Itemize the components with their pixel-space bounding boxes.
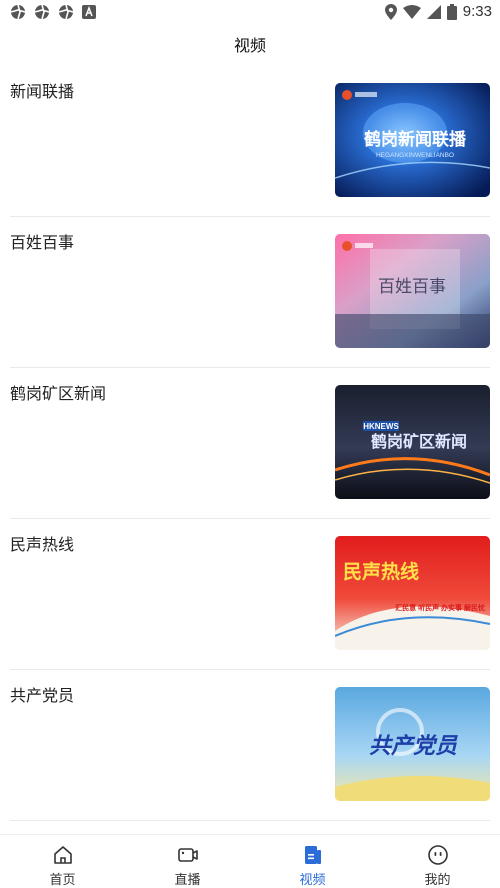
aperture-icon bbox=[10, 4, 26, 20]
video-thumbnail[interactable]: 共产党员 bbox=[335, 687, 490, 801]
video-thumbnail[interactable]: 百姓百事 bbox=[335, 234, 490, 348]
thumb-title-text: 鹤岗新闻联播 bbox=[364, 129, 467, 149]
a-badge-icon bbox=[82, 5, 96, 19]
video-item-title: 新闻联播 bbox=[10, 82, 75, 101]
video-list-icon bbox=[304, 846, 321, 864]
video-item-hotline[interactable]: 民声热线 民声热线 汇民意 听民声 办实事 解民忧 bbox=[10, 519, 490, 670]
profile-face-icon bbox=[427, 845, 448, 865]
thumb-subtitle-text: 汇民意 听民声 办实事 解民忧 bbox=[395, 603, 485, 612]
nav-video-label: 视频 bbox=[299, 873, 326, 888]
status-bar: 9:33 bbox=[0, 0, 500, 26]
video-item-mining-news[interactable]: 鹤岗矿区新闻 HKNEWS 鹤岗矿区新闻 bbox=[10, 368, 490, 519]
video-thumbnail[interactable]: 民声热线 汇民意 听民声 办实事 解民忧 bbox=[335, 536, 490, 650]
nav-home-label: 首页 bbox=[49, 873, 76, 888]
page-header: 视频 bbox=[0, 26, 500, 62]
video-thumbnail[interactable]: 鹤岗新闻联播 HEGANGXINWENLIANBO bbox=[335, 83, 490, 197]
wifi-icon bbox=[402, 4, 421, 19]
thumb-title-text: 鹤岗矿区新闻 bbox=[371, 432, 467, 451]
aperture-icon bbox=[34, 4, 50, 20]
signal-icon bbox=[426, 4, 441, 19]
thumb-subtitle-text: HEGANGXINWENLIANBO bbox=[376, 152, 454, 159]
video-item-title: 百姓百事 bbox=[10, 233, 75, 252]
video-camera-icon bbox=[177, 848, 198, 862]
thumb-title-text: 共产党员 bbox=[369, 733, 458, 758]
thumb-title-text: 百姓百事 bbox=[378, 277, 446, 296]
video-item-news[interactable]: 新闻联播 鹤岗新闻联播 HEGANGXINWENLIANBO bbox=[10, 66, 490, 217]
aperture-icon bbox=[58, 4, 74, 20]
nav-live-label: 直播 bbox=[174, 873, 201, 888]
bottom-nav: 首页 直播 视频 我的 bbox=[0, 834, 500, 888]
video-thumbnail[interactable]: HKNEWS 鹤岗矿区新闻 bbox=[335, 385, 490, 499]
status-time: 9:33 bbox=[462, 3, 492, 20]
nav-home[interactable]: 首页 bbox=[0, 835, 125, 888]
nav-video[interactable]: 视频 bbox=[250, 835, 375, 888]
video-item-title: 民声热线 bbox=[10, 535, 75, 554]
home-icon bbox=[53, 846, 72, 864]
thumb-title-text: 民声热线 bbox=[343, 560, 419, 583]
page-title: 视频 bbox=[233, 36, 266, 55]
nav-mine-label: 我的 bbox=[424, 873, 451, 888]
video-item-title: 共产党员 bbox=[10, 686, 75, 705]
video-list: 新闻联播 鹤岗新闻联播 HEGANGXINWENLIANBO 百姓百事 百姓百事… bbox=[0, 66, 500, 821]
thumb-subtitle-text: HKNEWS bbox=[363, 422, 399, 431]
nav-mine[interactable]: 我的 bbox=[375, 835, 500, 888]
video-item-baixing[interactable]: 百姓百事 百姓百事 bbox=[10, 217, 490, 368]
nav-live[interactable]: 直播 bbox=[125, 835, 250, 888]
battery-icon bbox=[446, 3, 457, 20]
video-item-title: 鹤岗矿区新闻 bbox=[10, 384, 107, 403]
video-item-party[interactable]: 共产党员 共产党员 bbox=[10, 670, 490, 821]
location-icon bbox=[384, 3, 397, 20]
